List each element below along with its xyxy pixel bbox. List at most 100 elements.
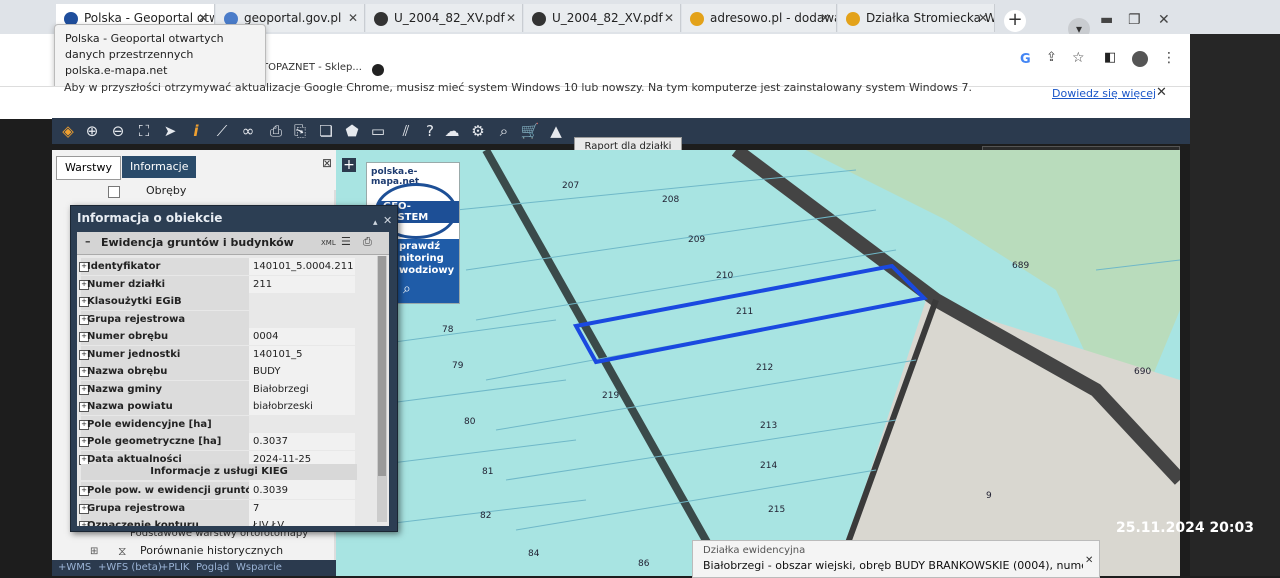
- bookmark-topaznet[interactable]: TOPAZNET - Sklep...: [262, 62, 362, 73]
- parcel-label: 9: [986, 491, 992, 501]
- bottom-links: +WMS +WFS (beta) +PLIK Pogląd Wsparcie: [52, 560, 336, 576]
- star-icon[interactable]: ☆: [1072, 50, 1085, 66]
- hatch-icon[interactable]: ⫽: [396, 121, 416, 141]
- attribute-key: Klasoużytki EGiB: [87, 296, 182, 307]
- popup-title: Informacja o obiekcie: [77, 211, 223, 225]
- attribute-row: + Oznaczenie konturu ŁIV,ŁV: [79, 517, 357, 526]
- profile-avatar[interactable]: [1132, 51, 1148, 67]
- restore-icon[interactable]: ❐: [1128, 12, 1141, 28]
- link-icon[interactable]: ∞: [238, 121, 258, 141]
- warning-icon[interactable]: ▲: [546, 121, 566, 141]
- close-tab-icon[interactable]: ✕: [664, 4, 674, 32]
- zoom-extent-icon[interactable]: ⛶: [134, 121, 154, 141]
- collapse-panel-icon[interactable]: ⊠: [322, 156, 332, 170]
- map-graphics: 207 208 209 210 211 212 213 214 215 219 …: [336, 150, 1180, 576]
- wfs-link[interactable]: +WFS (beta): [98, 562, 162, 573]
- learn-more-link[interactable]: Dowiedz się więcej: [1052, 87, 1156, 100]
- attribute-value: białobrzeski: [249, 398, 355, 415]
- globe-icon: [532, 11, 546, 26]
- zoom-out-icon[interactable]: ⊖: [108, 121, 128, 141]
- export-icon[interactable]: ⎘: [290, 121, 310, 141]
- attribute-value: 7: [249, 499, 355, 517]
- popup-collapse-icon[interactable]: ▴: [373, 218, 378, 228]
- copy-icon[interactable]: ❏: [316, 121, 336, 141]
- new-tab-button[interactable]: +: [1004, 10, 1026, 32]
- tab-pdf-2[interactable]: U_2004_82_XV.pdf ✕: [524, 4, 681, 32]
- infobar-close-icon[interactable]: ✕: [1156, 85, 1167, 100]
- upload-icon[interactable]: ☁: [442, 121, 462, 141]
- document-icon[interactable]: ▭: [368, 121, 388, 141]
- service-subheader: Informacje z usługi KIEG: [81, 464, 357, 480]
- map-canvas[interactable]: 207 208 209 210 211 212 213 214 215 219 …: [336, 150, 1180, 576]
- scroll-thumb[interactable]: [378, 256, 386, 476]
- attribute-key: Oznaczenie konturu: [87, 520, 199, 526]
- layers-icon[interactable]: ◈: [58, 121, 78, 141]
- zoom-in-icon[interactable]: ⊕: [82, 121, 102, 141]
- attribute-value: Białobrzegi: [249, 380, 355, 398]
- attribute-key: Numer jednostki: [87, 348, 181, 360]
- settings-icon[interactable]: ⚙: [468, 121, 488, 141]
- parcel-label: 211: [736, 307, 753, 317]
- attribute-key: Pole geometryczne [ha]: [87, 436, 222, 447]
- popup-scrollbar[interactable]: [377, 256, 387, 522]
- google-icon[interactable]: G: [1020, 52, 1031, 67]
- cart-icon[interactable]: 🛒: [520, 121, 540, 141]
- parcel-label: 79: [452, 361, 464, 371]
- tooltip-url: polska.e-mapa.net: [65, 64, 168, 77]
- menu-icon[interactable]: ⋮: [1162, 50, 1176, 66]
- search-map-icon[interactable]: ⌕: [494, 121, 514, 141]
- attribute-row: + Numer obrębu 0004: [79, 328, 357, 345]
- collapse-icon[interactable]: –: [85, 235, 91, 248]
- zoom-plus-icon[interactable]: +: [342, 158, 356, 172]
- support-link[interactable]: Wsparcie: [236, 562, 282, 573]
- tab-title: geoportal.gov.pl: [244, 11, 342, 25]
- parcel-label: 214: [760, 461, 777, 471]
- attribute-value: 0.3037: [249, 433, 355, 450]
- tab-layers[interactable]: Warstwy: [56, 156, 121, 180]
- layer-label: Porównanie historycznych: [140, 544, 284, 557]
- wms-link[interactable]: +WMS: [58, 562, 91, 573]
- tab-dzialka[interactable]: Działka Stromiecka Wo ✕: [838, 4, 995, 32]
- object-info-popup[interactable]: Informacja o obiekcie ▴ ✕ – Ewidencja gr…: [70, 205, 398, 532]
- section-title: Ewidencja gruntów i budynków: [101, 236, 294, 249]
- measure-icon[interactable]: ⟋: [212, 121, 232, 141]
- preview-link[interactable]: Pogląd: [196, 562, 229, 573]
- sidebar-icon[interactable]: ◧: [1104, 50, 1116, 65]
- infobox-text: Białobrzegi - obszar wiejski, obręb BUDY…: [703, 559, 1083, 572]
- house-icon: [690, 11, 704, 26]
- help-icon[interactable]: ?: [420, 121, 440, 141]
- close-tab-icon[interactable]: ✕: [820, 4, 830, 32]
- tab-adresowo[interactable]: adresowo.pl - dodawar ✕: [682, 4, 837, 32]
- close-tab-icon[interactable]: ✕: [506, 4, 516, 32]
- promo-line: nitoring: [399, 253, 444, 264]
- list-icon[interactable]: ☰: [341, 235, 351, 248]
- expand-icon[interactable]: ⊞: [90, 546, 98, 557]
- attribute-value: 140101_5.0004.211: [249, 258, 355, 275]
- section-header[interactable]: – Ewidencja gruntów i budynków XML ☰ ⎙: [77, 232, 389, 255]
- magnifier-icon: ⌕: [403, 281, 411, 297]
- close-tab-icon[interactable]: ✕: [978, 4, 988, 32]
- pointer-icon[interactable]: ➤: [160, 121, 180, 141]
- close-window-icon[interactable]: ✕: [1158, 12, 1170, 28]
- layer-checkbox[interactable]: [108, 186, 120, 198]
- xml-export-button[interactable]: XML: [321, 239, 336, 247]
- file-link[interactable]: +PLIK: [160, 562, 190, 573]
- print-icon[interactable]: ⎙: [266, 121, 286, 141]
- shape-icon[interactable]: ⬟: [342, 121, 362, 141]
- infobox-close-icon[interactable]: ✕: [1085, 555, 1093, 566]
- attribute-value: 211: [249, 275, 355, 293]
- popup-close-icon[interactable]: ✕: [383, 214, 392, 227]
- close-tab-icon[interactable]: ✕: [348, 4, 358, 32]
- info-icon[interactable]: i: [186, 121, 206, 141]
- print-icon[interactable]: ⎙: [363, 235, 372, 249]
- share-icon[interactable]: ⇪: [1046, 50, 1057, 65]
- minimize-icon[interactable]: ▬: [1100, 12, 1113, 28]
- tab-info[interactable]: Informacje: [122, 156, 197, 178]
- parcel-label: 213: [760, 421, 777, 431]
- tab-pdf-1[interactable]: U_2004_82_XV.pdf ✕: [366, 4, 523, 32]
- globe-icon: [372, 64, 384, 76]
- attribute-key: Nazwa powiatu: [87, 401, 173, 412]
- globe-icon: [374, 11, 388, 26]
- attribute-key: Pole ewidencyjne [ha]: [87, 418, 212, 430]
- attribute-row: + Grupa rejestrowa: [79, 310, 357, 328]
